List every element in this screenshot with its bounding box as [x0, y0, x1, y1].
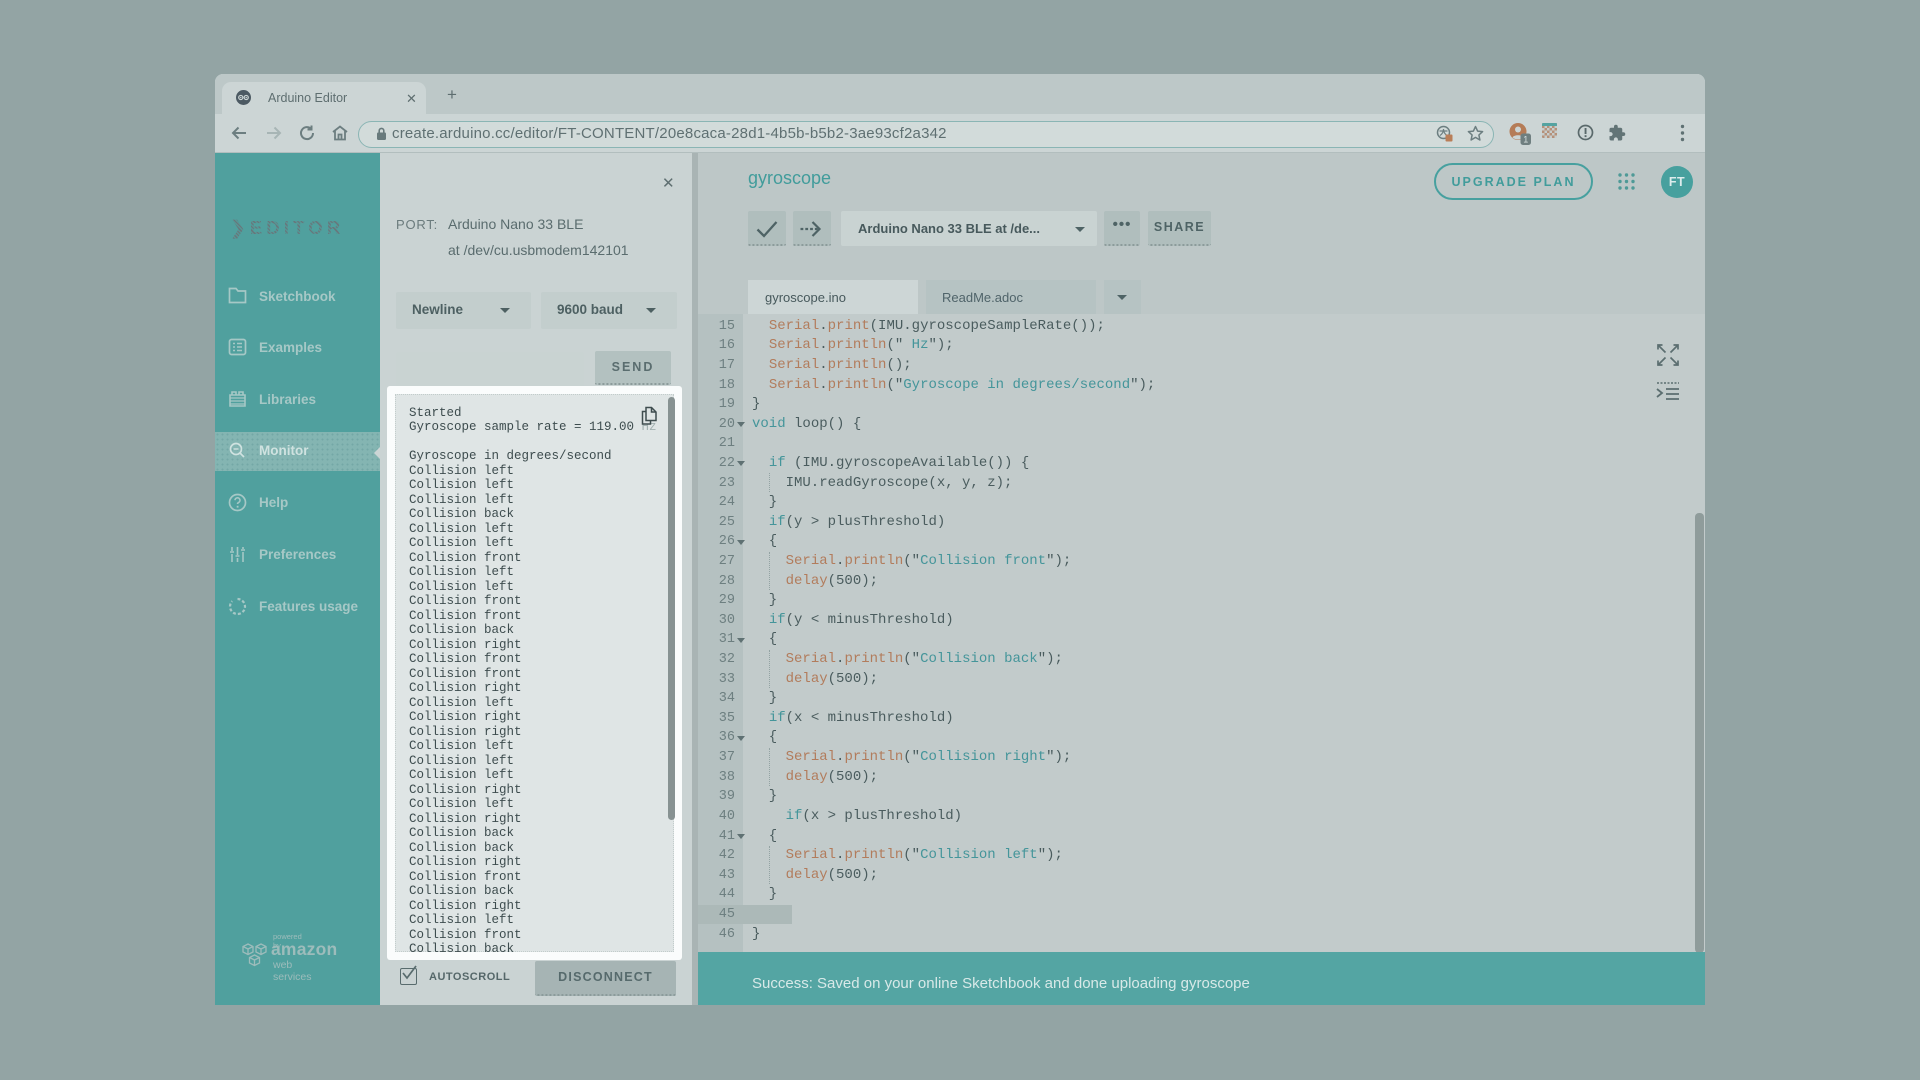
svg-text:1: 1 — [1523, 135, 1528, 145]
